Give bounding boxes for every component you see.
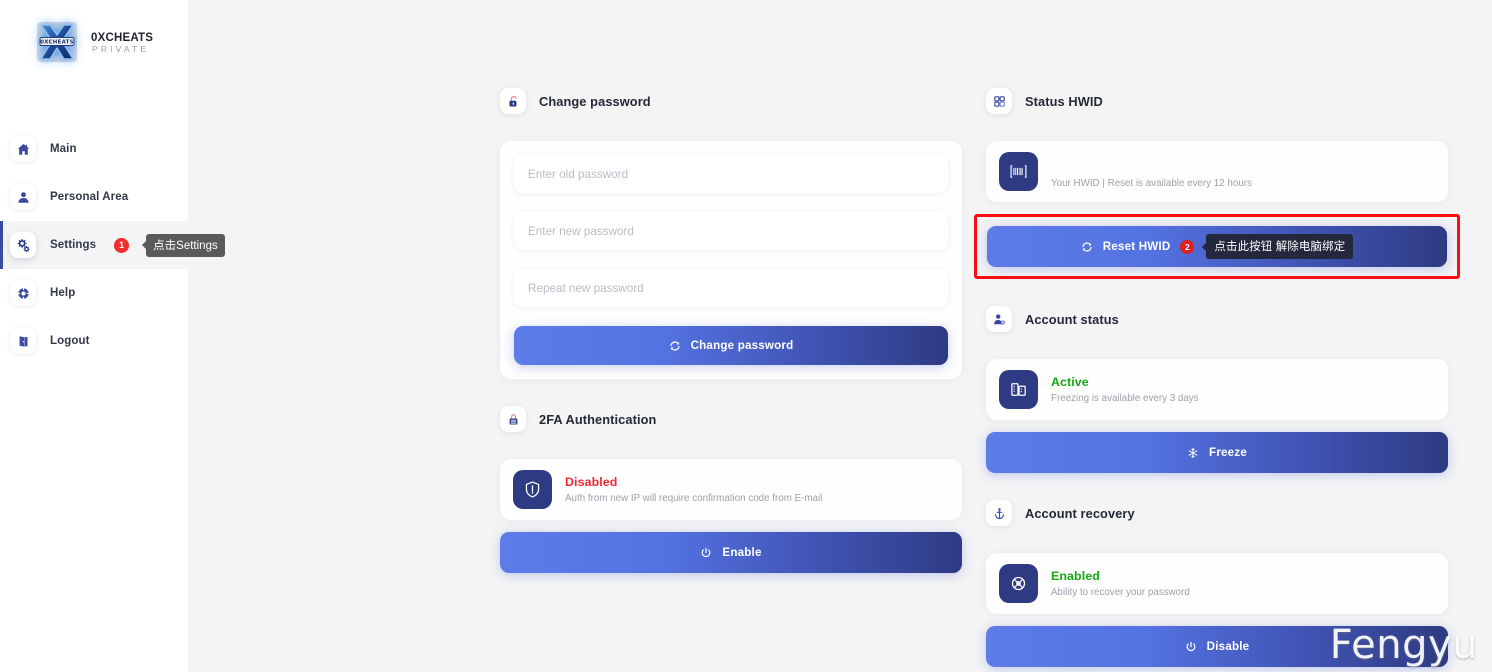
status-hwid-section: Status HWID Your HWID | Reset is availab… — [974, 88, 1460, 279]
sidebar: 0XCHEATS 0XCHEATS PRIVATE Main Personal … — [0, 0, 225, 672]
sidebar-item-label: Logout — [50, 335, 90, 347]
reset-hwid-button[interactable]: Reset HWID 2 点击此按钮 解除电脑绑定 — [987, 226, 1447, 267]
logout-icon — [10, 328, 36, 354]
sidebar-nav: Main Personal Area Settings 1 点击Settings… — [0, 125, 225, 365]
section-title: 2FA Authentication — [539, 411, 657, 427]
lifering-icon — [999, 564, 1038, 603]
anchor-icon — [986, 500, 1012, 526]
user-icon — [10, 184, 36, 210]
two-fa-enable-button[interactable]: Enable — [500, 532, 962, 573]
freeze-button[interactable]: Freeze — [986, 432, 1448, 473]
sidebar-item-label: Main — [50, 143, 77, 155]
button-label: Disable — [1206, 640, 1250, 653]
sidebar-item-help[interactable]: Help — [0, 269, 188, 317]
right-column: Status HWID Your HWID | Reset is availab… — [974, 88, 1460, 667]
sidebar-item-settings[interactable]: Settings 1 点击Settings — [0, 221, 225, 269]
two-fa-status-description: Auth from new IP will require confirmati… — [565, 493, 823, 505]
brand-subtitle: PRIVATE — [92, 43, 150, 54]
unlock-icon — [500, 88, 526, 114]
disable-recovery-button[interactable]: Disable — [986, 626, 1448, 667]
lifebuoy-icon — [10, 280, 36, 306]
main-content: Change password Change password 2FA Auth… — [188, 0, 1492, 672]
lock-shield-icon — [500, 406, 526, 432]
svg-text:0XCHEATS: 0XCHEATS — [40, 40, 74, 46]
section-title: Account status — [1025, 311, 1119, 327]
section-title: Status HWID — [1025, 93, 1103, 109]
button-label: Enable — [722, 546, 762, 559]
sidebar-item-logout[interactable]: Logout — [0, 317, 188, 365]
left-column: Change password Change password 2FA Auth… — [500, 88, 962, 667]
account-status-section: Account status Active Freezing is availa… — [986, 306, 1448, 473]
account-status-card: Active Freezing is available every 3 day… — [986, 359, 1448, 420]
brand[interactable]: 0XCHEATS 0XCHEATS PRIVATE — [0, 0, 188, 70]
refresh-icon — [1081, 241, 1093, 253]
repeat-password-input[interactable] — [514, 269, 948, 307]
account-recovery-header: Account recovery — [986, 500, 1448, 526]
sidebar-item-main[interactable]: Main — [0, 125, 188, 173]
section-title: Account recovery — [1025, 505, 1135, 521]
settings-tooltip: 点击Settings — [146, 233, 225, 257]
settings-step-badge: 1 — [114, 237, 130, 253]
account-recovery-card: Enabled Ability to recover your password — [986, 553, 1448, 614]
hwid-description: Your HWID | Reset is available every 12 … — [1051, 177, 1252, 189]
barcode-icon — [999, 152, 1038, 191]
user-gear-icon — [986, 306, 1012, 332]
two-fa-status-badge: Disabled — [565, 474, 618, 489]
account-status-header: Account status — [986, 306, 1448, 332]
sidebar-item-label: Settings — [50, 239, 97, 251]
button-label: Freeze — [1209, 446, 1247, 459]
sidebar-item-personal-area[interactable]: Personal Area — [0, 173, 188, 221]
shield-icon — [513, 470, 552, 509]
account-recovery-description: Ability to recover your password — [1051, 587, 1190, 599]
refresh-icon — [669, 340, 681, 352]
reset-hwid-highlight-box: Reset HWID 2 点击此按钮 解除电脑绑定 — [974, 214, 1460, 279]
app-root: 0XCHEATS 0XCHEATS PRIVATE Main Personal … — [0, 0, 1492, 672]
new-password-input[interactable] — [514, 212, 948, 250]
power-icon — [700, 547, 712, 559]
account-status-badge: Active — [1051, 374, 1089, 389]
two-fa-section: 2FA Authentication Disabled Auth from ne… — [500, 406, 962, 573]
hwid-status-card: Your HWID | Reset is available every 12 … — [986, 141, 1448, 202]
power-icon — [1185, 641, 1197, 653]
status-hwid-header: Status HWID — [986, 88, 1448, 114]
reset-hwid-tooltip: 点击此按钮 解除电脑绑定 — [1206, 234, 1354, 259]
account-recovery-badge: Enabled — [1051, 568, 1100, 583]
account-recovery-section: Account recovery Enabled Ability to reco… — [986, 500, 1448, 667]
home-icon — [10, 136, 36, 162]
account-status-description: Freezing is available every 3 days — [1051, 393, 1199, 405]
change-password-button[interactable]: Change password — [514, 326, 948, 365]
two-fa-status-card: Disabled Auth from new IP will require c… — [500, 459, 962, 520]
brand-title: 0XCHEATS — [91, 31, 154, 44]
reset-hwid-step-badge: 2 — [1180, 239, 1195, 254]
button-label: Reset HWID — [1102, 240, 1171, 253]
old-password-input[interactable] — [514, 155, 948, 193]
gears-icon — [10, 232, 36, 258]
sidebar-item-label: Help — [50, 287, 76, 299]
section-title: Change password — [539, 93, 651, 109]
qr-grid-icon — [986, 88, 1012, 114]
brand-logo-icon: 0XCHEATS — [34, 14, 80, 70]
change-password-header: Change password — [500, 88, 962, 114]
snowflake-icon — [1187, 447, 1199, 459]
sidebar-item-label: Personal Area — [50, 191, 129, 203]
change-password-section: Change password Change password — [500, 88, 962, 379]
button-label: Change password — [690, 339, 794, 352]
building-chart-icon — [999, 370, 1038, 409]
change-password-card: Change password — [500, 141, 962, 379]
two-fa-header: 2FA Authentication — [500, 406, 962, 432]
